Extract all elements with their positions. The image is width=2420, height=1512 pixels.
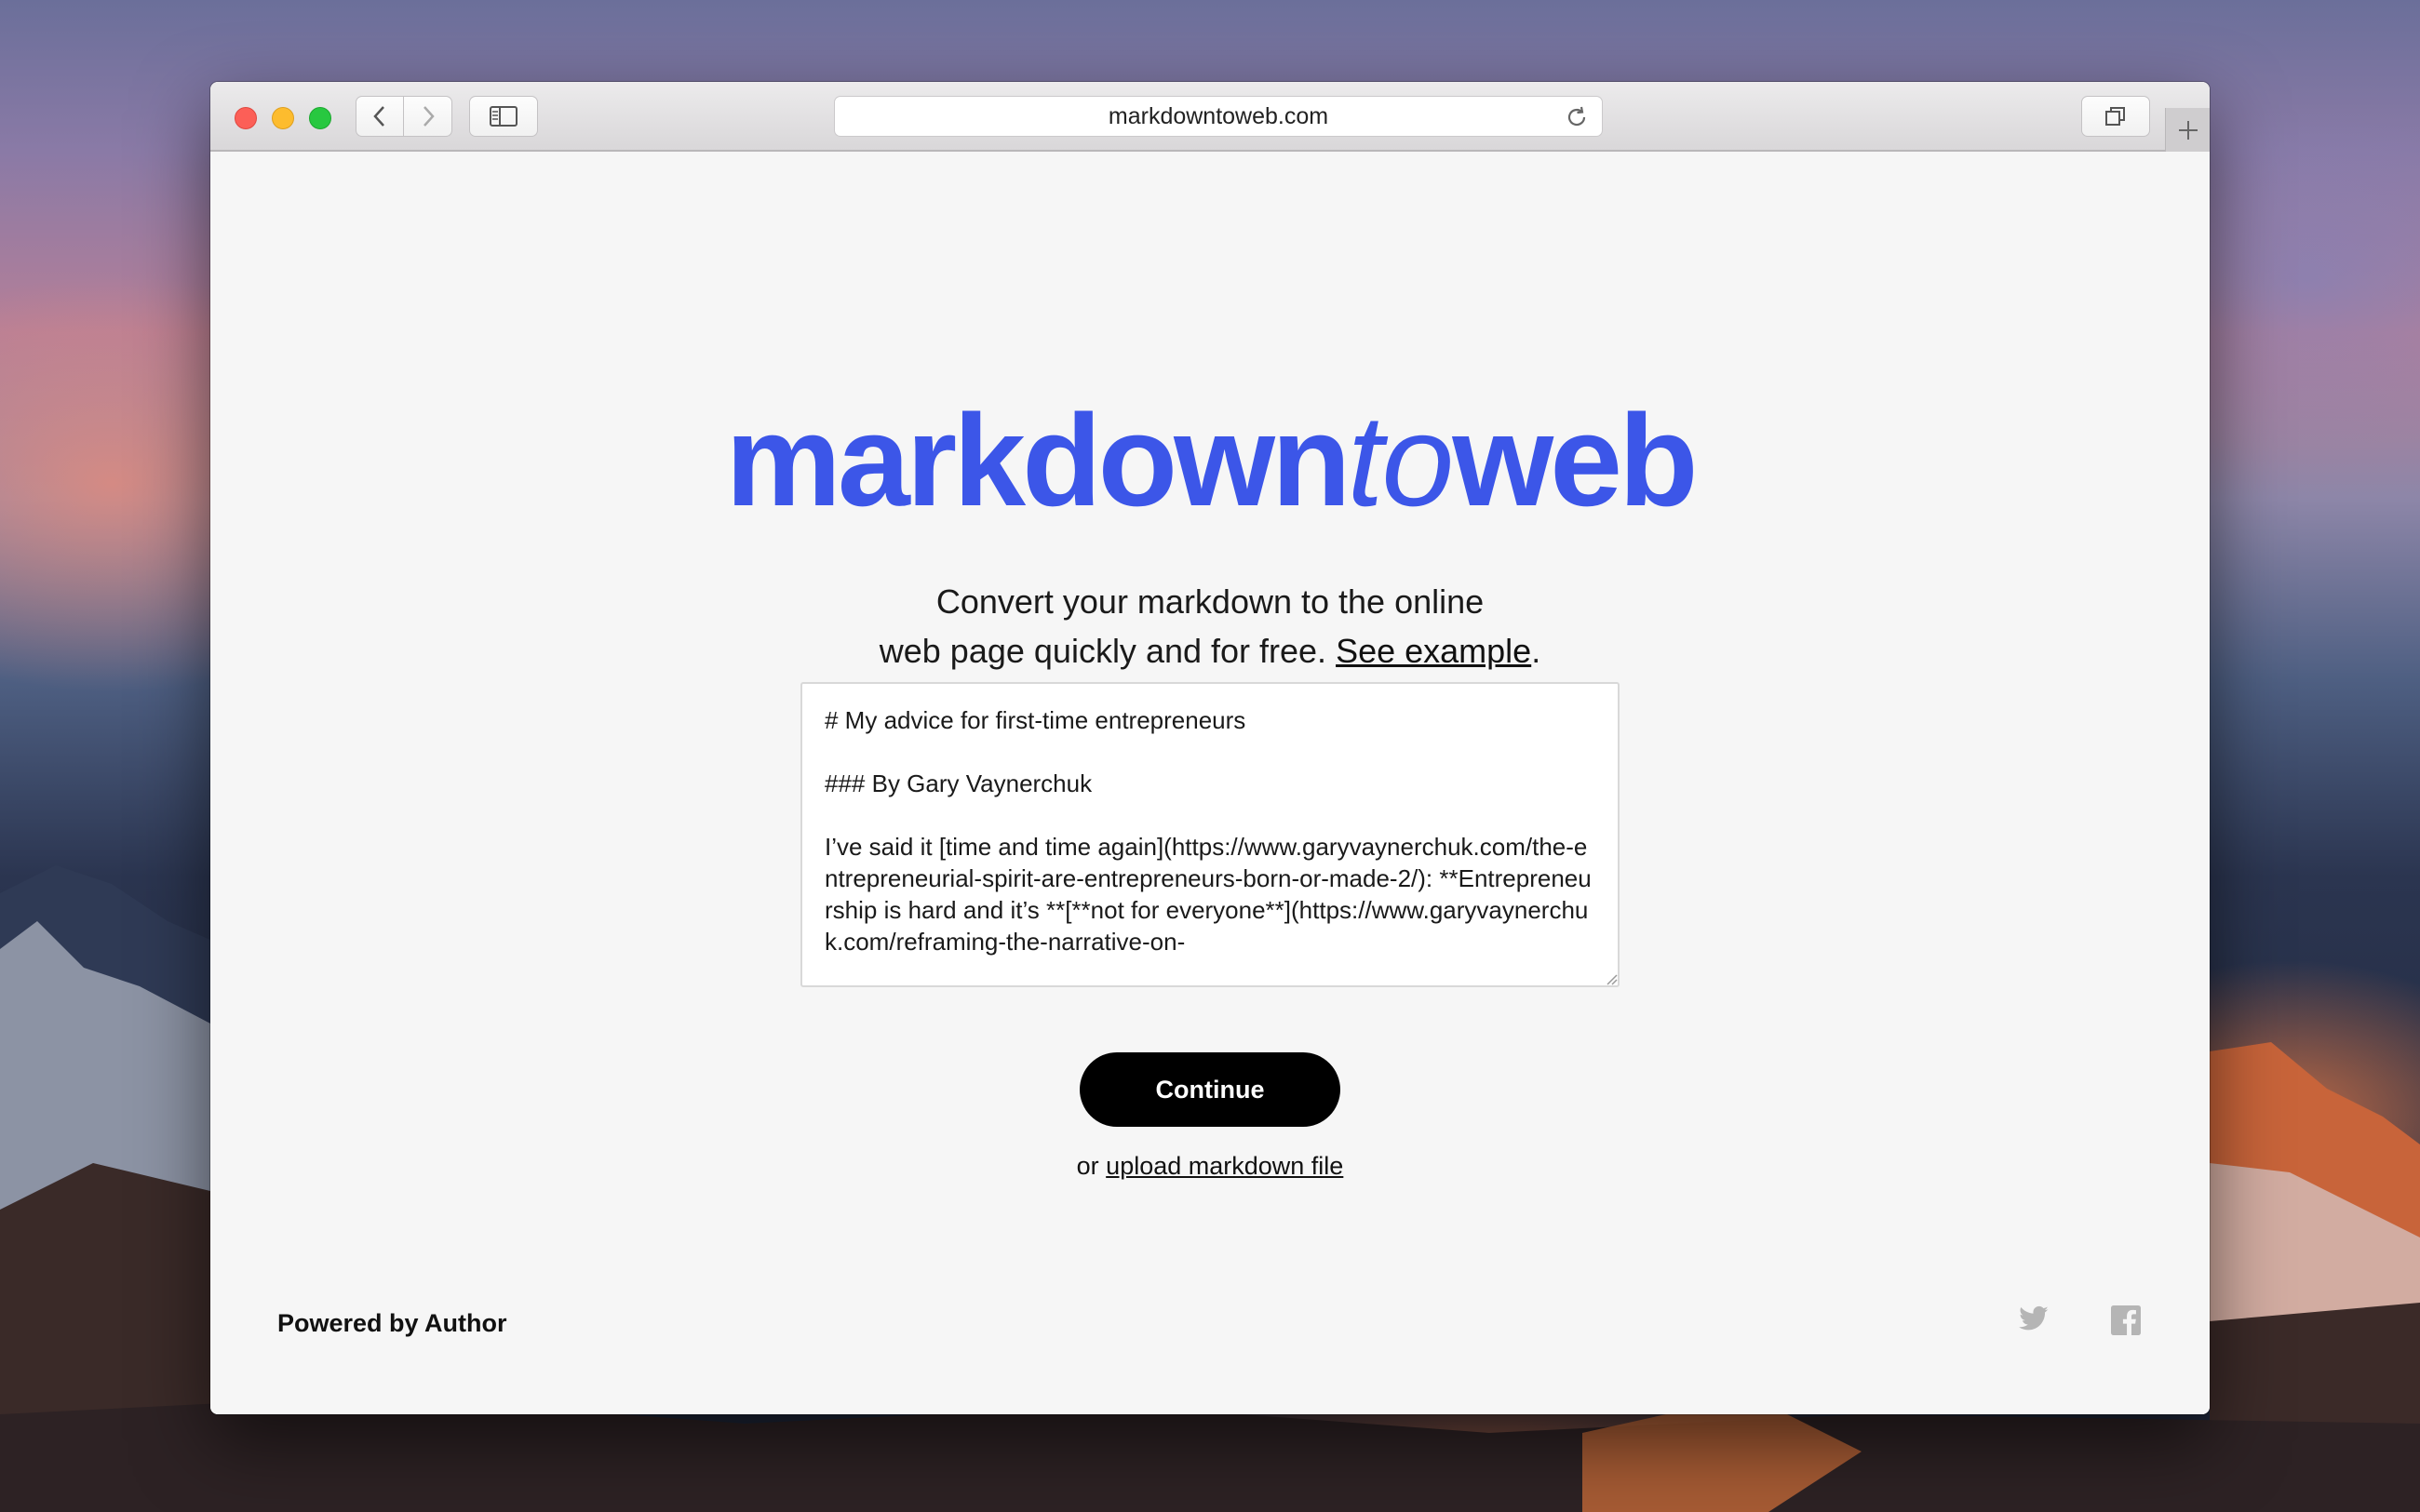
- continue-button[interactable]: Continue: [1080, 1052, 1340, 1127]
- minimize-window-button[interactable]: [272, 107, 294, 129]
- resize-grip-icon[interactable]: [1605, 972, 1618, 985]
- reload-icon[interactable]: [1565, 105, 1589, 129]
- tabs-overview-icon: [2105, 107, 2125, 126]
- tagline-line2-text: web page quickly and for free.: [879, 632, 1337, 670]
- new-tab-button[interactable]: [2165, 108, 2210, 152]
- tab-overview-button[interactable]: [2081, 96, 2150, 137]
- close-window-button[interactable]: [235, 107, 257, 129]
- chevron-left-icon: [373, 106, 384, 127]
- back-button[interactable]: [356, 96, 404, 137]
- upload-markdown-link[interactable]: upload markdown file: [1106, 1152, 1343, 1180]
- upload-line: or upload markdown file: [210, 1152, 2210, 1181]
- page-content: markdowntoweb Convert your markdown to t…: [210, 152, 2210, 1414]
- tagline: Convert your markdown to the online web …: [210, 577, 2210, 676]
- plus-icon: [2178, 120, 2198, 140]
- chevron-right-icon: [423, 106, 435, 127]
- forward-button[interactable]: [404, 96, 452, 137]
- upload-prefix: or: [1076, 1152, 1107, 1180]
- logo-part-web: web: [1452, 387, 1698, 533]
- sidebar-icon: [490, 106, 518, 127]
- tagline-period: .: [1531, 632, 1541, 670]
- logo-part-to: to: [1347, 387, 1455, 533]
- url-text: markdowntoweb.com: [1108, 102, 1329, 129]
- powered-by-link[interactable]: Powered by Author: [277, 1309, 507, 1338]
- see-example-link[interactable]: See example: [1336, 632, 1531, 670]
- tagline-line2: web page quickly and for free. See examp…: [210, 626, 2210, 676]
- logo-part-markdown: markdown: [725, 387, 1351, 533]
- site-logo[interactable]: markdowntoweb: [210, 395, 2210, 526]
- twitter-icon[interactable]: [2018, 1305, 2050, 1333]
- facebook-icon[interactable]: [2111, 1305, 2141, 1335]
- browser-toolbar: markdowntoweb.com: [210, 82, 2210, 152]
- sidebar-toggle-button[interactable]: [469, 96, 538, 137]
- tagline-line1: Convert your markdown to the online: [935, 582, 1485, 621]
- maximize-window-button[interactable]: [309, 107, 331, 129]
- browser-window: markdowntoweb.com markdowntoweb Convert …: [210, 82, 2210, 1414]
- markdown-textarea[interactable]: # My advice for first-time entrepreneurs…: [800, 682, 1620, 987]
- address-bar[interactable]: markdowntoweb.com: [834, 96, 1603, 137]
